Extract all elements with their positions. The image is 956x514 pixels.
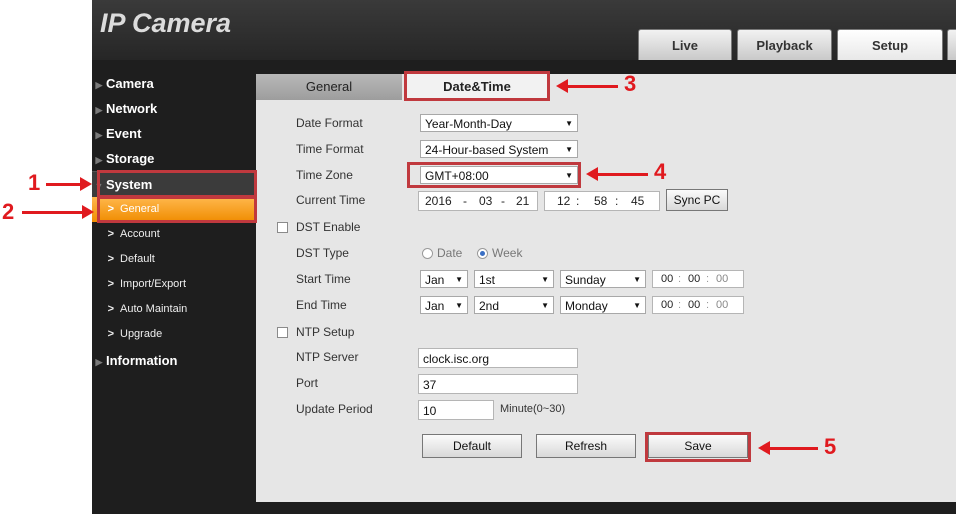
dropdown-arrow-icon: ▼ bbox=[633, 301, 641, 310]
end-day-select[interactable]: Monday ▼ bbox=[560, 296, 646, 314]
end-month-select[interactable]: Jan ▼ bbox=[420, 296, 468, 314]
arrow-right-icon bbox=[80, 177, 92, 191]
sidebar-sub-import-export[interactable]: > Import/Export bbox=[92, 272, 256, 297]
collapsed-triangle-icon: ▶ bbox=[95, 130, 103, 140]
highlight-date-time-tab bbox=[404, 71, 550, 101]
chevron-right-icon: > bbox=[107, 253, 114, 265]
annotation-number-5: 5 bbox=[824, 434, 837, 459]
dst-type-date-label: Date bbox=[437, 246, 463, 260]
sync-pc-button[interactable]: Sync PC bbox=[666, 189, 728, 211]
annotation-arrow-1 bbox=[46, 183, 82, 186]
chevron-right-icon: > bbox=[107, 303, 114, 315]
port-label: Port bbox=[296, 376, 319, 390]
annotation-number-3: 3 bbox=[624, 71, 637, 96]
end-week-select[interactable]: 2nd ▼ bbox=[474, 296, 554, 314]
date-format-label: Date Format bbox=[296, 116, 363, 130]
header-bar: IP Camera Live Playback Setup bbox=[92, 0, 956, 60]
collapsed-triangle-icon: ▶ bbox=[95, 357, 103, 367]
tab-setup[interactable]: Setup bbox=[837, 29, 943, 60]
dropdown-arrow-icon: ▼ bbox=[455, 301, 463, 310]
day-value: 21 bbox=[516, 194, 530, 208]
end-time-label: End Time bbox=[296, 298, 347, 312]
footer-bar bbox=[92, 502, 956, 514]
time-format-select[interactable]: 24-Hour-based System ▼ bbox=[420, 140, 578, 158]
tab-playback[interactable]: Playback bbox=[737, 29, 832, 60]
dst-enable-checkbox[interactable] bbox=[277, 222, 288, 233]
dropdown-arrow-icon: ▼ bbox=[541, 301, 549, 310]
current-time-label: Current Time bbox=[296, 193, 366, 207]
date-format-select[interactable]: Year-Month-Day ▼ bbox=[420, 114, 578, 132]
dst-type-week-radio[interactable] bbox=[477, 248, 488, 259]
current-clock-field[interactable]: 12 : 58 : 45 bbox=[544, 191, 660, 211]
highlight-save bbox=[645, 432, 751, 462]
port-input[interactable]: 37 bbox=[418, 374, 578, 394]
highlight-system bbox=[97, 170, 257, 198]
refresh-button[interactable]: Refresh bbox=[536, 434, 636, 458]
annotation-number-4: 4 bbox=[654, 159, 667, 184]
dst-type-date-radio[interactable] bbox=[422, 248, 433, 259]
dropdown-arrow-icon: ▼ bbox=[565, 119, 573, 128]
tab-general[interactable]: General bbox=[256, 74, 402, 100]
update-period-input[interactable]: 10 bbox=[418, 400, 494, 420]
annotation-arrow-4 bbox=[596, 173, 648, 176]
sidebar-sub-default[interactable]: > Default bbox=[92, 247, 256, 272]
start-week-select[interactable]: 1st ▼ bbox=[474, 270, 554, 288]
time-format-label: Time Format bbox=[296, 142, 364, 156]
dropdown-arrow-icon: ▼ bbox=[455, 275, 463, 284]
time-zone-label: Time Zone bbox=[296, 168, 353, 182]
hour-value: 12 bbox=[557, 194, 571, 208]
default-button[interactable]: Default bbox=[422, 434, 522, 458]
chevron-right-icon: > bbox=[107, 228, 114, 240]
start-time-label: Start Time bbox=[296, 272, 351, 286]
sidebar-item-event[interactable]: ▶ Event bbox=[92, 121, 256, 146]
annotation-arrow-2 bbox=[22, 211, 84, 214]
settings-panel: General Date&Time Date Format Year-Month… bbox=[256, 74, 956, 502]
tab-live[interactable]: Live bbox=[638, 29, 732, 60]
annotation-arrow-3 bbox=[566, 85, 618, 88]
start-day-select[interactable]: Sunday ▼ bbox=[560, 270, 646, 288]
ntp-server-input[interactable]: clock.isc.org bbox=[418, 348, 578, 368]
app-logo: IP Camera bbox=[100, 8, 232, 38]
ntp-server-label: NTP Server bbox=[296, 350, 359, 364]
annotation-number-1: 1 bbox=[28, 170, 41, 195]
dst-enable-label: DST Enable bbox=[296, 220, 361, 234]
update-period-unit: Minute(0~30) bbox=[500, 403, 566, 415]
chevron-right-icon: > bbox=[107, 328, 114, 340]
tab-more[interactable] bbox=[947, 29, 956, 60]
update-period-label: Update Period bbox=[296, 402, 373, 416]
sidebar-sub-account[interactable]: > Account bbox=[92, 222, 256, 247]
ntp-setup-label: NTP Setup bbox=[296, 325, 355, 339]
sidebar-sub-auto-maintain[interactable]: > Auto Maintain bbox=[92, 297, 256, 322]
start-month-select[interactable]: Jan ▼ bbox=[420, 270, 468, 288]
second-value: 45 bbox=[631, 194, 645, 208]
current-date-field[interactable]: 2016 - 03 - 21 bbox=[418, 191, 538, 211]
sidebar-item-information[interactable]: ▶ Information bbox=[92, 348, 256, 373]
annotation-arrow-5 bbox=[768, 447, 818, 450]
month-value: 03 bbox=[479, 194, 493, 208]
year-value: 2016 bbox=[425, 194, 452, 208]
dst-type-label: DST Type bbox=[296, 246, 349, 260]
dropdown-arrow-icon: ▼ bbox=[565, 145, 573, 154]
highlight-time-zone bbox=[407, 162, 581, 188]
end-clock-field[interactable]: 00 : 00 : 00 bbox=[652, 296, 744, 314]
minute-value: 58 bbox=[594, 194, 608, 208]
sidebar-item-network[interactable]: ▶ Network bbox=[92, 96, 256, 121]
start-clock-field[interactable]: 00 : 00 : 00 bbox=[652, 270, 744, 288]
collapsed-triangle-icon: ▶ bbox=[95, 80, 103, 90]
annotation-number-2: 2 bbox=[2, 199, 15, 224]
chevron-right-icon: > bbox=[107, 278, 114, 290]
sidebar-item-camera[interactable]: ▶ Camera bbox=[92, 71, 256, 96]
sidebar-sub-upgrade[interactable]: > Upgrade bbox=[92, 322, 256, 347]
dropdown-arrow-icon: ▼ bbox=[633, 275, 641, 284]
sidebar-item-storage[interactable]: ▶ Storage bbox=[92, 146, 256, 171]
dropdown-arrow-icon: ▼ bbox=[541, 275, 549, 284]
highlight-general bbox=[97, 196, 257, 223]
arrow-right-icon bbox=[82, 205, 94, 219]
dst-type-week-label: Week bbox=[492, 246, 523, 260]
ntp-setup-checkbox[interactable] bbox=[277, 327, 288, 338]
collapsed-triangle-icon: ▶ bbox=[95, 105, 103, 115]
